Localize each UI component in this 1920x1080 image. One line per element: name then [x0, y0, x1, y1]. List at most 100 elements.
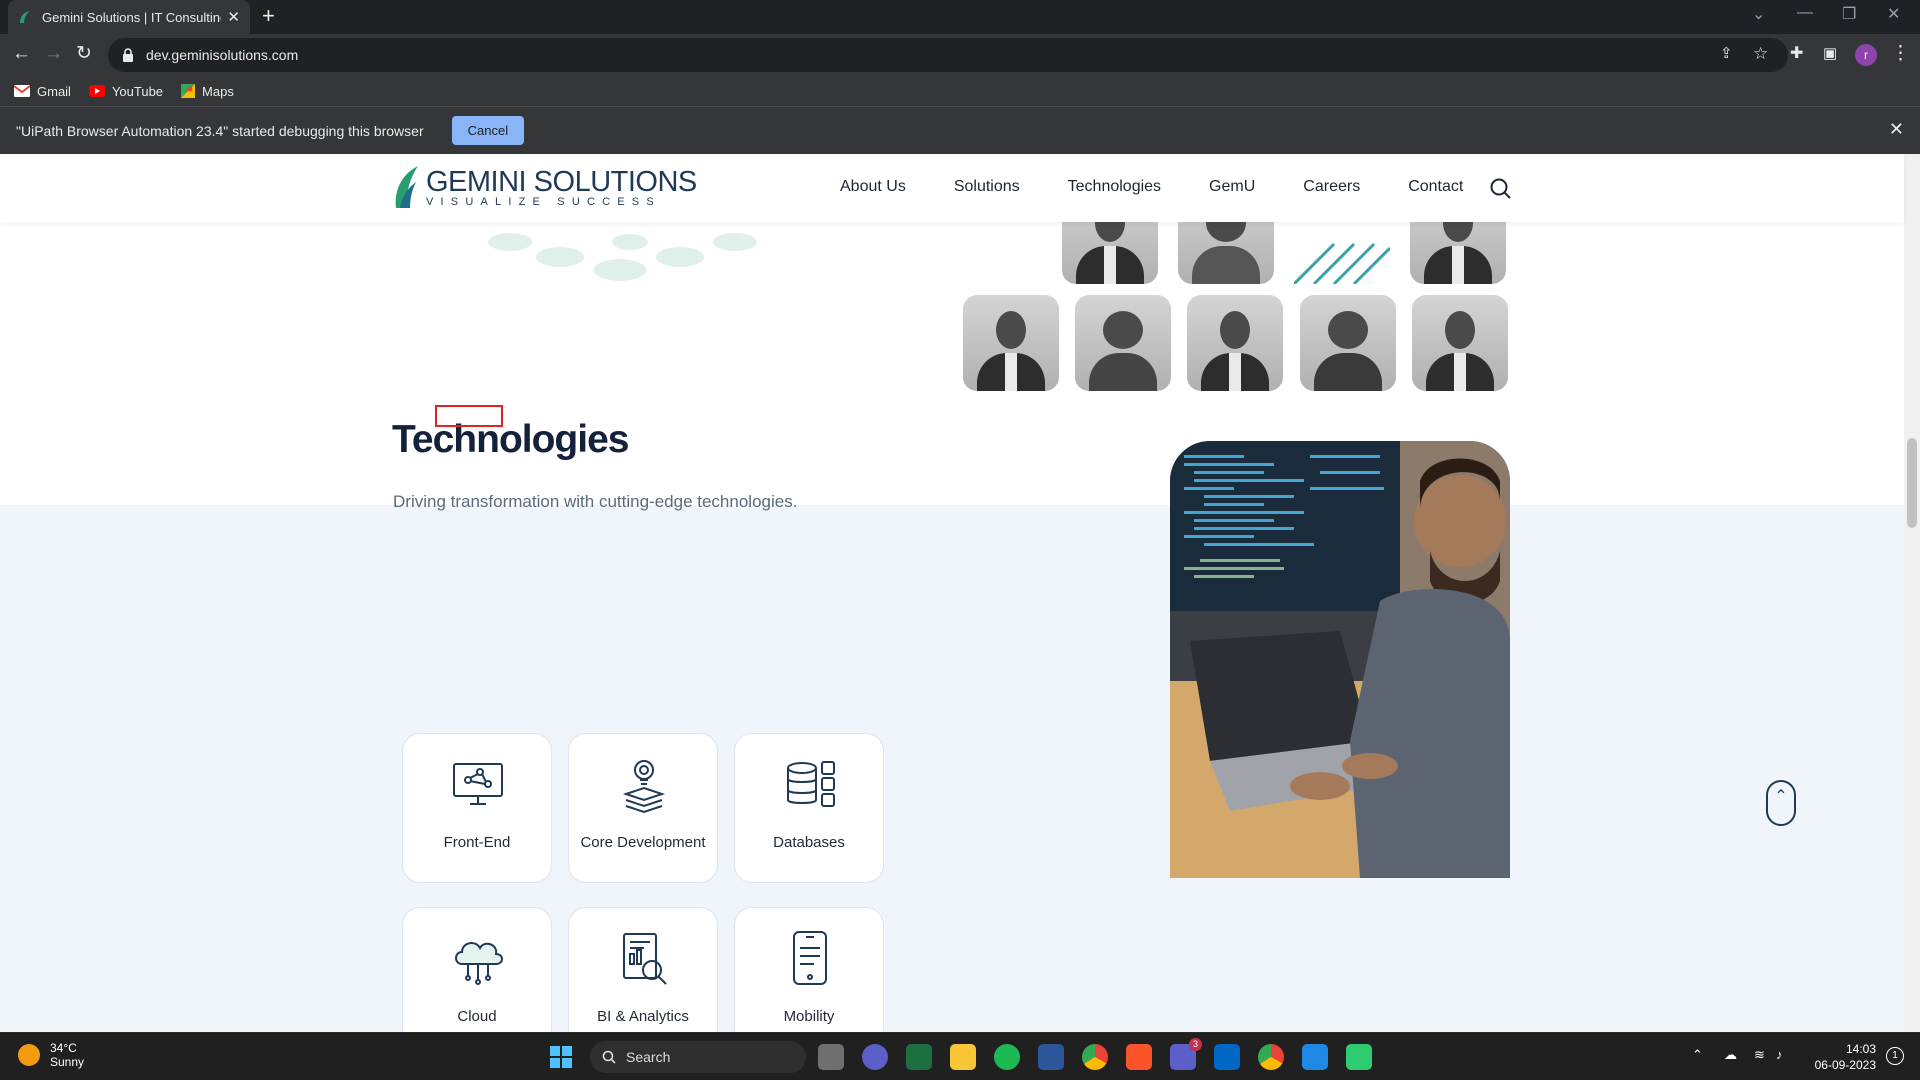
bookmark-youtube[interactable]: YouTube [88, 84, 163, 99]
minimize-button[interactable]: — [1797, 4, 1813, 22]
technologies-section [0, 505, 1904, 1032]
nav-careers[interactable]: Careers [1303, 178, 1360, 196]
technologies-subtitle: Driving transformation with cutting-edge… [393, 492, 798, 511]
browser-tab-strip: Gemini Solutions | IT Consulting, ✕ + ⌄ … [0, 0, 1920, 34]
tech-card-databases[interactable]: Databases [734, 733, 884, 883]
bookmark-label: Maps [202, 83, 234, 99]
url-text: dev.geminisolutions.com [146, 47, 299, 63]
team-photo [1187, 295, 1283, 391]
developer-photo [1170, 441, 1510, 878]
chrome-icon[interactable] [1082, 1044, 1108, 1070]
tray-chevron-icon[interactable]: ⌃ [1692, 1047, 1703, 1063]
team-photo [1075, 295, 1171, 391]
app-icon[interactable] [1302, 1044, 1328, 1070]
extensions-icon[interactable]: ✚ [1790, 44, 1803, 64]
tech-card-front-end[interactable]: Front-End [402, 733, 552, 883]
cloud-icon [455, 942, 503, 985]
database-icon [787, 761, 835, 807]
debugging-infobar: "UiPath Browser Automation 23.4" started… [0, 106, 1920, 154]
clock-time: 14:03 [1845, 1042, 1876, 1056]
profile-avatar[interactable]: r [1855, 44, 1877, 66]
side-panel-icon[interactable]: ▣ [1823, 44, 1837, 64]
tech-card-label: Cloud [457, 1008, 497, 1025]
bookmark-gmail[interactable]: Gmail [14, 84, 71, 99]
file-explorer-icon[interactable] [950, 1044, 976, 1070]
bookmark-star-icon[interactable]: ☆ [1753, 44, 1768, 64]
gemini-favicon-icon [20, 11, 30, 23]
mobile-icon [793, 931, 827, 985]
search-icon [602, 1050, 616, 1064]
teams-icon[interactable]: 3 [1170, 1038, 1202, 1070]
windows-taskbar: 34°C Sunny Search 3 ⌃ ☁ ≋ ♪ 14:03 06-09-… [0, 1032, 1920, 1080]
site-logo[interactable]: GEMINI SOLUTIONS VISUALIZE SUCCESS [392, 164, 697, 210]
taskbar-search[interactable]: Search [590, 1041, 806, 1073]
tech-card-core-development[interactable]: Core Development [568, 733, 718, 883]
address-bar[interactable]: dev.geminisolutions.com [108, 38, 1788, 72]
nav-contact[interactable]: Contact [1408, 178, 1463, 196]
word-icon[interactable] [1038, 1044, 1064, 1070]
nav-solutions[interactable]: Solutions [954, 178, 1020, 196]
gemini-leaf-logo-icon [395, 166, 418, 208]
taskbar-clock[interactable]: 14:03 06-09-2023 [1800, 1041, 1876, 1073]
tab-search-icon[interactable]: ⌄ [1752, 4, 1765, 24]
maps-icon [181, 84, 196, 98]
lightbulb-layers-icon [622, 760, 666, 814]
tab-title: Gemini Solutions | IT Consulting, [42, 9, 222, 25]
browser-tab[interactable]: Gemini Solutions | IT Consulting, ✕ [8, 0, 250, 34]
nav-gemu[interactable]: GemU [1209, 178, 1255, 196]
tech-card-label: Mobility [783, 1008, 835, 1025]
task-view-icon[interactable] [818, 1044, 844, 1070]
scroll-to-top-button[interactable]: ⌃ [1766, 780, 1796, 826]
youtube-icon [88, 85, 105, 97]
technologies-heading: Technologies [392, 418, 629, 461]
logo-main-text: GEMINI SOLUTIONS [426, 165, 697, 198]
teams-badge: 3 [1189, 1038, 1202, 1051]
wifi-icon[interactable]: ≋ [1754, 1047, 1765, 1063]
teams-chat-icon[interactable] [862, 1044, 888, 1070]
page-scrollbar[interactable] [1904, 154, 1920, 1032]
bookmark-label: Gmail [37, 83, 71, 99]
infobar-text: "UiPath Browser Automation 23.4" started… [16, 122, 424, 139]
browser-toolbar: ← → ↻ dev.geminisolutions.com ⇪ ☆ ✚ ▣ r … [0, 34, 1920, 76]
monitor-network-icon [453, 763, 503, 805]
infobar-close-icon[interactable]: ✕ [1889, 119, 1904, 140]
restore-button[interactable]: ❐ [1842, 4, 1856, 24]
close-window-button[interactable]: ✕ [1887, 4, 1900, 24]
windows-start-icon[interactable] [550, 1046, 572, 1068]
logo-tagline: VISUALIZE SUCCESS [426, 195, 661, 208]
nav-about-us[interactable]: About Us [840, 178, 906, 196]
brave-icon[interactable] [1126, 1044, 1152, 1070]
forward-icon[interactable]: → [44, 44, 63, 64]
infobar-cancel-button[interactable]: Cancel [451, 116, 525, 145]
scrollbar-thumb[interactable] [1907, 438, 1917, 528]
web-page: GEMINI SOLUTIONS VISUALIZE SUCCESS About… [0, 154, 1920, 1032]
new-tab-button[interactable]: + [262, 4, 275, 28]
leaf-decoration-icon [488, 233, 757, 281]
excel-icon[interactable] [906, 1044, 932, 1070]
bookmarks-bar: Gmail YouTube Maps [0, 76, 1920, 106]
reload-icon[interactable]: ↻ [76, 44, 92, 64]
sun-icon [18, 1044, 40, 1066]
menu-icon[interactable]: ⋮ [1891, 44, 1910, 64]
tech-card-label: Core Development [580, 834, 706, 851]
gmail-icon [14, 85, 30, 97]
team-photo [1412, 295, 1508, 391]
tech-card-label: BI & Analytics [597, 1008, 689, 1025]
uipath-studio-icon[interactable] [1214, 1044, 1240, 1070]
media-app-icon[interactable] [1346, 1044, 1372, 1070]
spotify-icon[interactable] [994, 1044, 1020, 1070]
back-icon[interactable]: ← [12, 44, 31, 64]
volume-icon[interactable]: ♪ [1776, 1047, 1783, 1062]
notification-count[interactable]: 1 [1886, 1047, 1904, 1065]
onedrive-icon[interactable]: ☁ [1724, 1047, 1737, 1063]
bookmark-maps[interactable]: Maps [181, 84, 234, 99]
search-icon[interactable] [1490, 178, 1512, 200]
team-photo [963, 295, 1059, 391]
share-icon[interactable]: ⇪ [1720, 44, 1733, 64]
weather-widget[interactable]: 34°C Sunny [18, 1041, 84, 1069]
nav-technologies[interactable]: Technologies [1068, 178, 1161, 196]
tech-card-label: Front-End [443, 834, 511, 851]
tech-card-label: Databases [773, 834, 845, 851]
tab-close-icon[interactable]: ✕ [227, 8, 240, 26]
chrome-profile-icon[interactable] [1258, 1044, 1284, 1070]
